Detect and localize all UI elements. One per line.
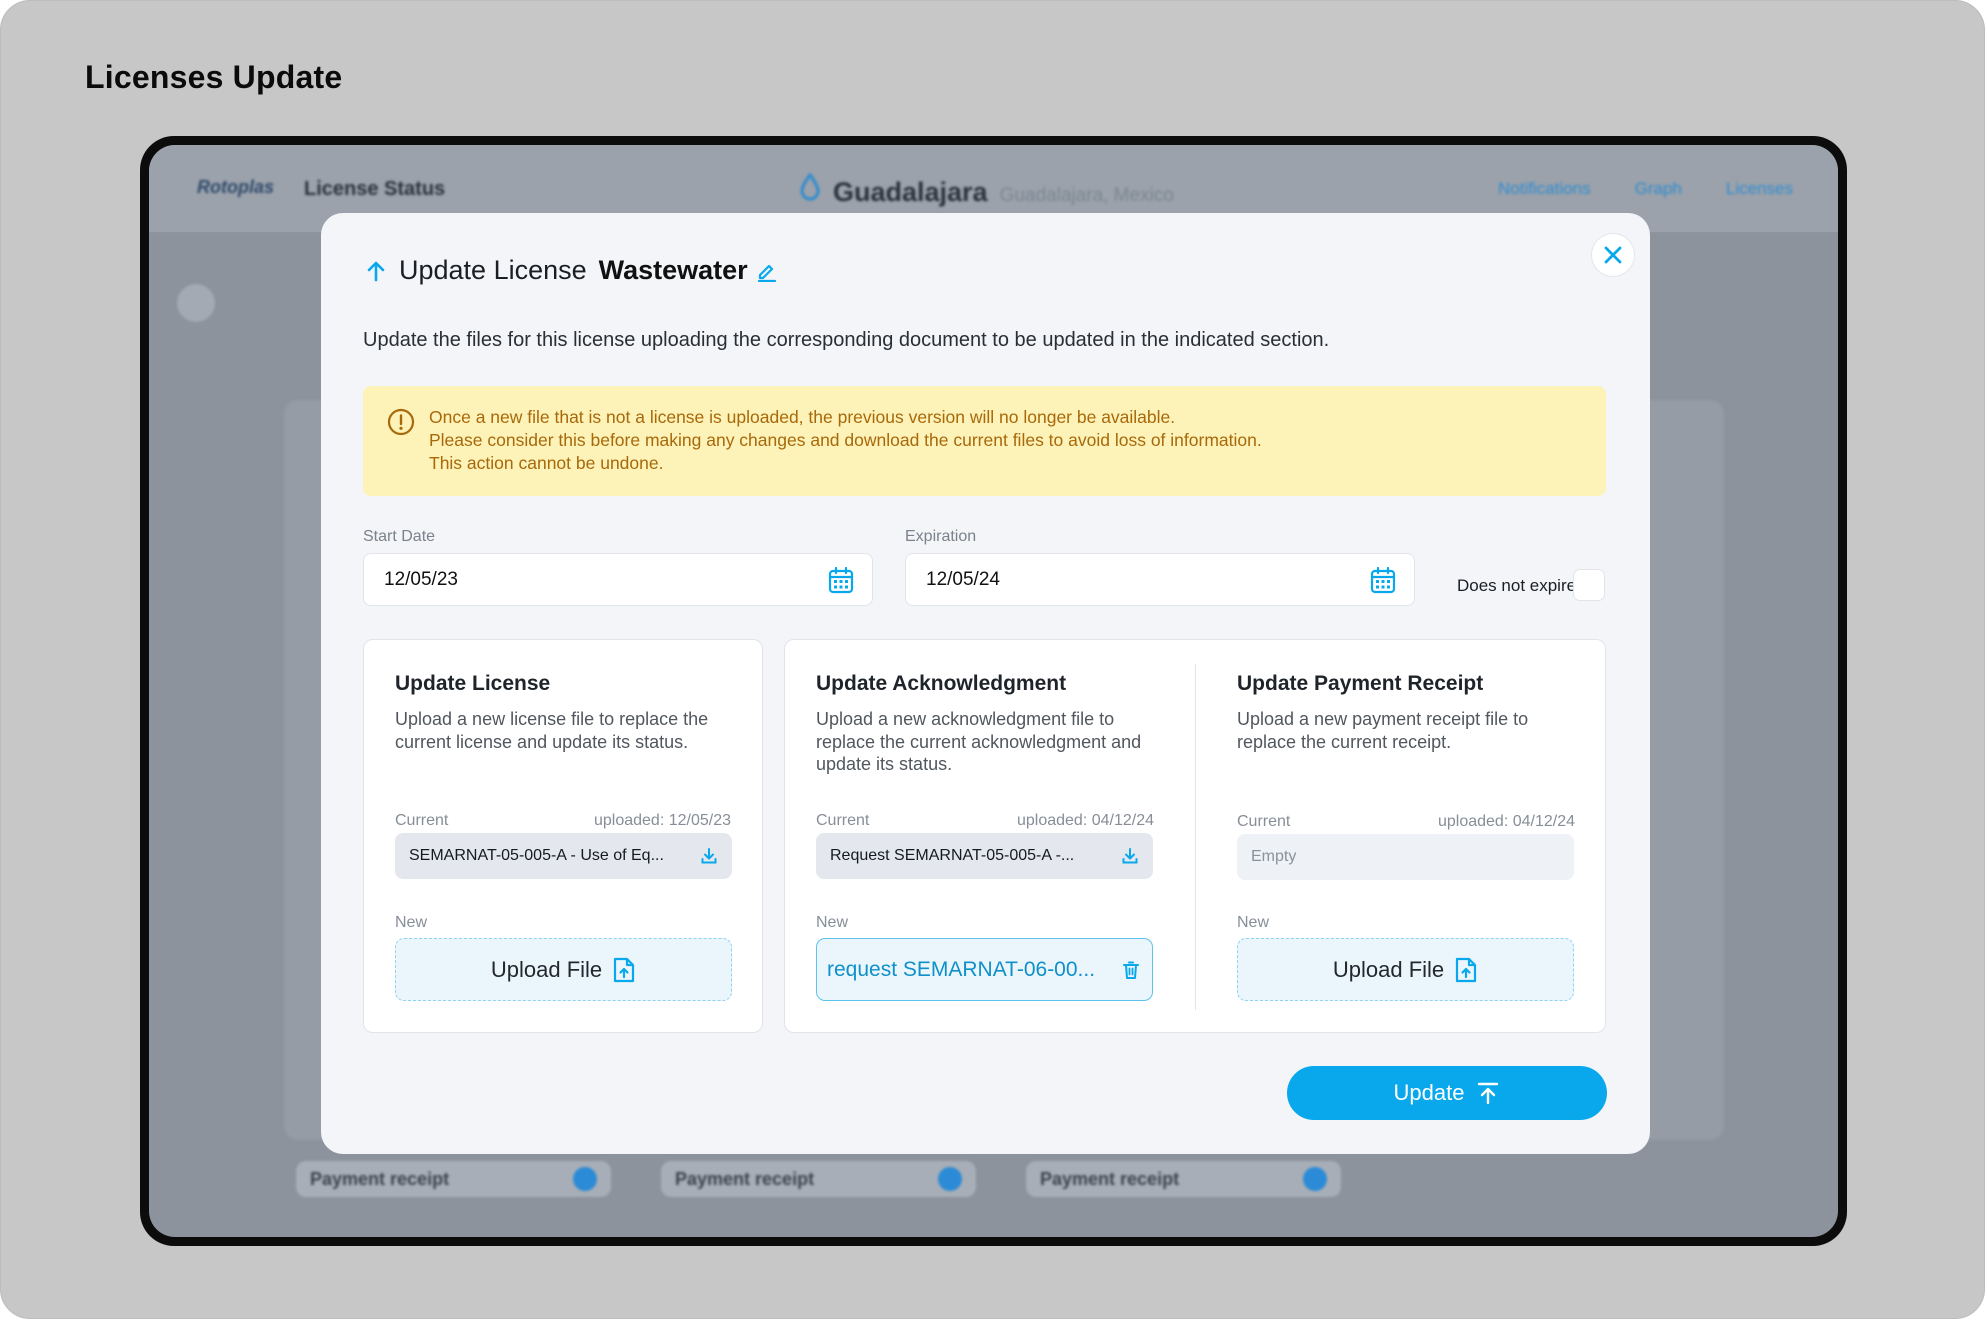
warning-text: Once a new file that is not a license is… — [429, 406, 1262, 475]
selected-file-name: request SEMARNAT-06-00... — [827, 957, 1096, 981]
current-label: Current — [1237, 813, 1291, 830]
background-page-title: License Status — [304, 178, 446, 200]
upload-arrow-icon — [1478, 1082, 1499, 1105]
does-not-expire-checkbox[interactable] — [1573, 569, 1605, 601]
update-license-card: Update License Upload a new license file… — [363, 639, 763, 1033]
uploaded-date: uploaded: 12/05/23 — [593, 812, 731, 829]
modal-description: Update the files for this license upload… — [363, 329, 1330, 351]
current-payment-file: Empty — [1237, 834, 1574, 880]
water-drop-icon — [800, 173, 820, 201]
new-label: New — [395, 914, 428, 931]
start-date-input[interactable]: 12/05/23 — [363, 553, 873, 606]
calendar-icon[interactable] — [828, 566, 854, 594]
current-license-file[interactable]: SEMARNAT-05-005-A - Use of Eq... — [395, 833, 732, 879]
empty-file-placeholder: Empty — [1251, 848, 1297, 865]
upload-file-label: Upload File — [1332, 956, 1445, 982]
calendar-icon[interactable] — [1370, 566, 1396, 594]
background-row: Payment receipt — [1026, 1161, 1341, 1197]
license-name: Wastewater — [598, 255, 748, 285]
back-arrow-icon — [177, 284, 215, 322]
background-nav-links: Notifications Graph Licenses — [1498, 179, 1793, 199]
check-icon — [938, 1167, 962, 1191]
uploaded-date: uploaded: 04/12/24 — [1016, 812, 1154, 829]
upload-file-label: Upload File — [490, 956, 603, 982]
expiration-value: 12/05/24 — [926, 568, 1000, 590]
selected-acknowledgment-file[interactable]: request SEMARNAT-06-00... — [816, 938, 1153, 1001]
warning-line: Please consider this before making any c… — [429, 430, 1262, 450]
section-description: Upload a new acknowledgment file to repl… — [816, 709, 1142, 774]
update-documents-card: Update Acknowledgment Upload a new ackno… — [784, 639, 1606, 1033]
expiration-label: Expiration — [905, 528, 977, 545]
start-date-label: Start Date — [363, 528, 436, 545]
nav-link-graph: Graph — [1634, 179, 1682, 198]
check-icon — [1303, 1167, 1327, 1191]
section-description: Upload a new payment receipt file to rep… — [1237, 709, 1529, 752]
page-heading: Licenses Update — [85, 59, 343, 95]
section-description: Upload a new license file to replace the… — [395, 709, 709, 752]
expiration-input[interactable]: 12/05/24 — [905, 553, 1415, 606]
current-label: Current — [395, 812, 449, 829]
update-button-label: Update — [1393, 1080, 1465, 1105]
section-divider — [1195, 664, 1196, 1010]
modal-title: Update License Wastewater — [367, 255, 778, 286]
nav-link-licenses: Licenses — [1725, 179, 1793, 198]
nav-link-notifications: Notifications — [1498, 179, 1591, 198]
update-license-modal: Update License Wastewater Update the fil… — [321, 213, 1650, 1154]
file-upload-icon — [614, 957, 635, 982]
background-row: Payment receipt — [661, 1161, 976, 1197]
does-not-expire-label: Does not expire — [1457, 576, 1577, 595]
city-header: Guadalajara Guadalajara, Mexico — [799, 173, 1174, 208]
trash-icon[interactable] — [1122, 960, 1140, 980]
section-title: Update Acknowledgment — [816, 672, 1067, 695]
current-acknowledgment-file[interactable]: Request SEMARNAT-05-005-A -... — [816, 833, 1153, 879]
update-button[interactable]: Update — [1287, 1066, 1607, 1120]
city-subtitle: Guadalajara, Mexico — [999, 185, 1174, 206]
app-logo: Rotoplas — [197, 177, 275, 197]
uploaded-date: uploaded: 04/12/24 — [1437, 813, 1575, 830]
edit-icon[interactable] — [756, 260, 778, 282]
background-row: Payment receipt — [296, 1161, 611, 1197]
close-button[interactable] — [1591, 233, 1635, 277]
download-icon[interactable] — [1121, 847, 1139, 865]
warning-icon — [387, 408, 415, 436]
file-name: Request SEMARNAT-05-005-A -... — [830, 847, 1075, 864]
new-label: New — [816, 914, 849, 931]
close-icon — [1604, 246, 1622, 264]
file-upload-icon — [1456, 957, 1477, 982]
section-title: Update License — [395, 672, 551, 695]
start-date-value: 12/05/23 — [384, 568, 458, 590]
check-icon — [573, 1167, 597, 1191]
warning-line: Once a new file that is not a license is… — [429, 407, 1176, 427]
current-label: Current — [816, 812, 870, 829]
city-name: Guadalajara — [833, 177, 988, 207]
warning-line: This action cannot be undone. — [429, 453, 664, 473]
new-label: New — [1237, 914, 1270, 931]
upload-payment-dropzone[interactable]: Upload File — [1237, 938, 1574, 1001]
warning-banner: Once a new file that is not a license is… — [363, 386, 1606, 496]
arrow-up-icon — [367, 261, 385, 281]
section-title: Update Payment Receipt — [1237, 672, 1484, 695]
file-name: SEMARNAT-05-005-A - Use of Eq... — [409, 847, 664, 864]
canvas: Licenses Update Rotoplas License Status … — [0, 0, 1985, 1319]
modal-title-prefix: Update License — [399, 255, 587, 285]
upload-license-dropzone[interactable]: Upload File — [395, 938, 732, 1001]
download-icon[interactable] — [700, 847, 718, 865]
